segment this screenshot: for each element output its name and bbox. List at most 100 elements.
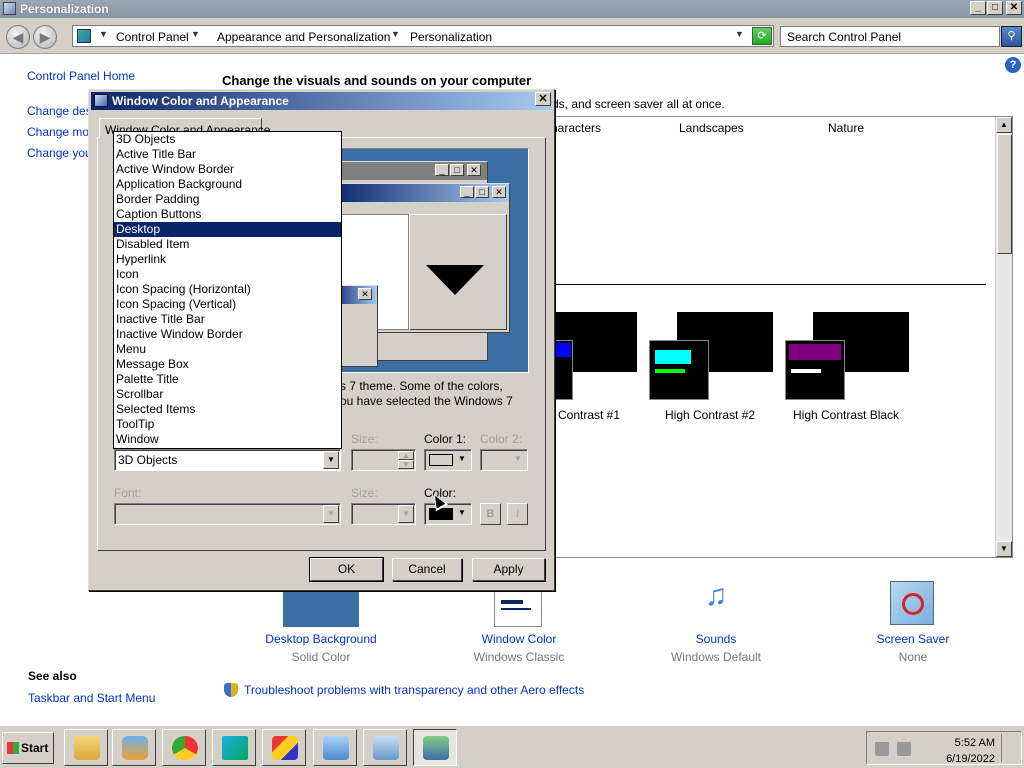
dropdown-option[interactable]: Application Background (114, 177, 341, 192)
back-button[interactable]: ◀ (6, 25, 30, 49)
chevron-down-icon[interactable]: ▼ (99, 29, 108, 39)
scroll-down-icon[interactable]: ▼ (996, 541, 1012, 557)
chevron-down-icon[interactable]: ▼ (510, 451, 526, 469)
dropdown-option[interactable]: Desktop (114, 222, 341, 237)
spin-down-icon[interactable]: ▼ (398, 460, 414, 469)
dropdown-option[interactable]: Caption Buttons (114, 207, 341, 222)
breadcrumb-control-panel[interactable]: Control Panel (116, 30, 189, 44)
theme-scrollbar[interactable]: ▲ ▼ (995, 117, 1012, 557)
network-icon[interactable] (875, 742, 889, 756)
personalization-taskbar-button[interactable] (413, 729, 457, 766)
window-color-item[interactable]: Window Color Windows Classic (449, 632, 589, 664)
italic-button[interactable]: I (507, 503, 528, 525)
dropdown-option[interactable]: Disabled Item (114, 237, 341, 252)
screen-saver-icon[interactable] (890, 581, 934, 625)
chevron-down-icon[interactable]: ▼ (454, 451, 470, 469)
bold-button[interactable]: B (480, 503, 501, 525)
dropdown-option[interactable]: 3D Objects (114, 132, 341, 147)
window-color-thumbnail[interactable] (494, 587, 542, 627)
control-panel-taskbar-button[interactable] (363, 729, 407, 766)
close-button[interactable]: ✕ (1006, 1, 1022, 15)
address-dropdown-icon[interactable]: ▼ (735, 29, 744, 39)
change-account-picture-link[interactable]: Change your (27, 146, 96, 160)
sounds-icon[interactable]: ♫ (692, 579, 740, 625)
control-panel-home-link[interactable]: Control Panel Home (27, 69, 135, 83)
dropdown-option[interactable]: Selected Items (114, 402, 341, 417)
item-select-value: 3D Objects (118, 453, 178, 467)
font-size-select[interactable]: ▼ (351, 503, 416, 525)
item-size-spinner[interactable]: ▲ ▼ (351, 449, 416, 471)
ok-button[interactable]: OK (309, 557, 384, 582)
show-desktop-button[interactable] (1001, 734, 1019, 762)
color1-picker[interactable]: ▼ (424, 449, 472, 471)
search-icon[interactable]: ⚲ (1001, 26, 1022, 47)
dropdown-option[interactable]: Scrollbar (114, 387, 341, 402)
breadcrumb-personalization[interactable]: Personalization (410, 30, 492, 44)
volume-icon[interactable] (897, 742, 911, 756)
dropdown-option[interactable]: Palette Title (114, 372, 341, 387)
dropdown-option[interactable]: Border Padding (114, 192, 341, 207)
troubleshoot-link[interactable]: Troubleshoot problems with transparency … (224, 683, 584, 697)
item-label[interactable]: Window Color (449, 632, 589, 646)
theme-category-nature: Nature (828, 121, 865, 135)
desktop-background-thumbnail[interactable] (283, 587, 359, 627)
clock[interactable]: 5:52 AM 6/19/2022 (946, 735, 995, 767)
item-label[interactable]: Sounds (646, 632, 786, 646)
scroll-up-icon[interactable]: ▲ (996, 117, 1012, 133)
dropdown-option[interactable]: Active Window Border (114, 162, 341, 177)
windows-flag-icon (7, 742, 19, 754)
dropdown-option[interactable]: ToolTip (114, 417, 341, 432)
forward-button[interactable]: ▶ (33, 25, 57, 49)
dropdown-option[interactable]: Inactive Window Border (114, 327, 341, 342)
taskbar-start-menu-link[interactable]: Taskbar and Start Menu (28, 691, 155, 705)
item-select[interactable]: 3D Objects ▼ (114, 449, 341, 471)
color2-picker[interactable]: ▼ (480, 449, 528, 471)
dropdown-option[interactable]: Icon Spacing (Vertical) (114, 297, 341, 312)
maximize-button[interactable]: □ (987, 1, 1003, 15)
breadcrumb-appearance[interactable]: Appearance and Personalization (217, 30, 390, 44)
search-input[interactable]: Search Control Panel (780, 26, 1000, 47)
dropdown-option[interactable]: Icon (114, 267, 341, 282)
desktop-background-item[interactable]: Desktop Background Solid Color (251, 632, 391, 664)
file-explorer-taskbar-button[interactable] (64, 729, 108, 766)
cancel-button[interactable]: Cancel (392, 558, 462, 581)
dropdown-option[interactable]: Hyperlink (114, 252, 341, 267)
chevron-down-icon[interactable]: ▼ (398, 505, 414, 523)
app-shapes-taskbar-button[interactable] (262, 729, 306, 766)
start-button[interactable]: Start (2, 732, 54, 764)
dropdown-option[interactable]: Icon Spacing (Horizontal) (114, 282, 341, 297)
font-color-picker[interactable]: ▼ (424, 503, 472, 525)
item-dropdown-list[interactable]: 3D Objects Active Title Bar Active Window … (113, 131, 342, 449)
remote-desktop-taskbar-button[interactable] (313, 729, 357, 766)
item-label[interactable]: Desktop Background (251, 632, 391, 646)
help-icon[interactable]: ? (1005, 57, 1021, 73)
change-mouse-pointers-link[interactable]: Change mou (27, 125, 96, 139)
troubleshoot-label[interactable]: Troubleshoot problems with transparency … (244, 683, 584, 697)
media-player-taskbar-button[interactable] (112, 729, 156, 766)
chevron-down-icon[interactable]: ▼ (323, 451, 339, 469)
sounds-item[interactable]: Sounds Windows Default (646, 632, 786, 664)
dropdown-option[interactable]: Window (114, 432, 341, 447)
apply-button[interactable]: Apply (472, 558, 545, 581)
item-label[interactable]: Screen Saver (843, 632, 983, 646)
chrome-taskbar-button[interactable] (162, 729, 206, 766)
chevron-down-icon[interactable]: ▼ (191, 29, 200, 39)
dropdown-option[interactable]: Message Box (114, 357, 341, 372)
address-bar[interactable]: ▼ Control Panel ▼ Appearance and Persona… (72, 25, 774, 47)
personalization-icon (423, 736, 449, 760)
scroll-thumb[interactable] (997, 134, 1012, 254)
screen-saver-item[interactable]: Screen Saver None (843, 632, 983, 664)
chevron-down-icon[interactable]: ▼ (391, 29, 400, 39)
dropdown-option[interactable]: Active Title Bar (114, 147, 341, 162)
dropdown-option[interactable]: Menu (114, 342, 341, 357)
dialog-close-button[interactable]: ✕ (535, 92, 551, 106)
chevron-down-icon[interactable]: ▼ (323, 505, 339, 523)
spin-up-icon[interactable]: ▲ (398, 451, 414, 460)
dropdown-option[interactable]: Inactive Title Bar (114, 312, 341, 327)
refresh-icon[interactable]: ⟳ (752, 27, 772, 45)
minimize-button[interactable]: _ (970, 1, 986, 15)
chevron-down-icon[interactable]: ▼ (454, 505, 470, 523)
theme-list[interactable]: haracters Landscapes Nature Contrast #1 … (550, 116, 1013, 558)
font-select[interactable]: ▼ (114, 503, 341, 525)
app-w-taskbar-button[interactable] (212, 729, 256, 766)
